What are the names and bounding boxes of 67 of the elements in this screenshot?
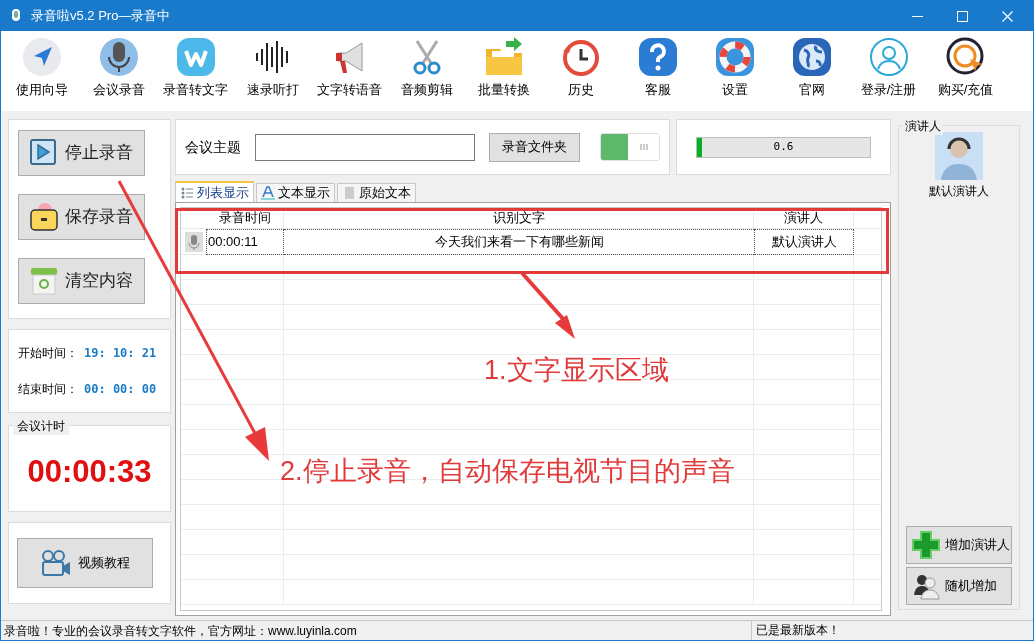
column-header: 录音时间 [206, 208, 284, 228]
field-label: 会议主题 [185, 137, 241, 157]
toolbar-button[interactable]: 购买/充值 [927, 37, 1004, 111]
lifebuoy-icon [714, 37, 755, 77]
table-cell: 默认演讲人 [754, 229, 854, 255]
status-text: 已是最新版本！ [751, 621, 840, 640]
topic-input[interactable] [255, 133, 475, 161]
text-style-icon [261, 186, 275, 200]
meter-reading: 0.6 [773, 138, 794, 155]
left-button[interactable]: 保存录音 [18, 194, 145, 240]
toolbar-button[interactable]: 速录听打 [234, 37, 311, 111]
play-icon [29, 138, 59, 168]
table-cell: 00:00:11 [206, 229, 284, 255]
toggle-switch[interactable] [599, 133, 660, 161]
column-header: 演讲人 [754, 208, 854, 228]
toolbar-button[interactable]: 批量转换 [465, 37, 542, 111]
speaker-button[interactable]: 增加演讲人 [906, 526, 1012, 564]
toolbar-button[interactable]: 历史 [542, 37, 619, 111]
toolbar-button[interactable]: 登录/注册 [850, 37, 927, 111]
toolbar-button[interactable]: 官网 [773, 37, 850, 111]
grip-icon [638, 143, 649, 151]
left-button[interactable]: 停止录音 [18, 130, 145, 176]
purse-icon [29, 202, 59, 232]
time-label: 结束时间： [18, 381, 78, 398]
left-button[interactable]: 清空内容 [18, 258, 145, 304]
group-title: 演讲人 [903, 117, 943, 135]
recycle-bin-icon [29, 266, 59, 296]
globe-icon [791, 37, 832, 77]
toolbar-button[interactable]: 使用向导 [3, 37, 80, 111]
toolbar-button[interactable]: 客服 [619, 37, 696, 111]
toolbar-button[interactable]: 文字转语音 [311, 37, 388, 111]
time-value: 00: 00: 00 [84, 381, 157, 398]
folder-button[interactable]: 录音文件夹 [488, 132, 580, 162]
history-clock-icon [560, 37, 601, 77]
window-title: 录音啦v5.2 Pro—录音中 [31, 7, 171, 26]
folder-icon [483, 37, 524, 77]
speaker-item[interactable]: 默认演讲人 [929, 132, 989, 200]
app-icon [175, 37, 216, 77]
time-value: 19: 10: 21 [84, 345, 157, 362]
timer-display: 00:00:33 [27, 453, 152, 492]
column-header: 识别文字 [284, 208, 754, 228]
speaker-button[interactable]: 随机增加 [906, 567, 1012, 605]
time-label: 开始时间： [18, 345, 78, 362]
person-headset-icon [935, 132, 983, 180]
plus-icon [911, 530, 941, 560]
document-icon [342, 186, 356, 200]
status-text: 录音啦！专业的会议录音转文字软件，官方网址：www.luyinla.com [3, 622, 358, 640]
tab[interactable]: 原始文本 [337, 183, 416, 202]
toolbar-button[interactable]: 录音转文字 [157, 37, 234, 111]
annotation-text: 1.文字显示区域 [484, 354, 669, 387]
speaker-name: 默认演讲人 [929, 183, 989, 200]
toolbar-button[interactable]: 会议录音 [80, 37, 157, 111]
user-icon [868, 37, 909, 77]
tab[interactable]: 文本显示 [256, 183, 335, 202]
group-title: 会议计时 [13, 417, 69, 435]
toolbar-button[interactable]: 设置 [696, 37, 773, 111]
table-cell: 今天我们来看一下有哪些新闻 [284, 229, 754, 255]
annotation-text: 2.停止录音，自动保存电视节目的声音 [280, 455, 735, 488]
help-icon [637, 37, 678, 77]
toolbar-button[interactable]: 音频剪辑 [388, 37, 465, 111]
tab[interactable]: 列表显示 [175, 181, 254, 202]
coin-cursor-icon [945, 37, 986, 77]
video-camera-icon [40, 549, 72, 577]
close-icon [1002, 10, 1013, 22]
tutorial-button[interactable]: 视频教程 [17, 538, 153, 588]
maximize-icon [957, 10, 968, 22]
list-icon [180, 185, 194, 200]
